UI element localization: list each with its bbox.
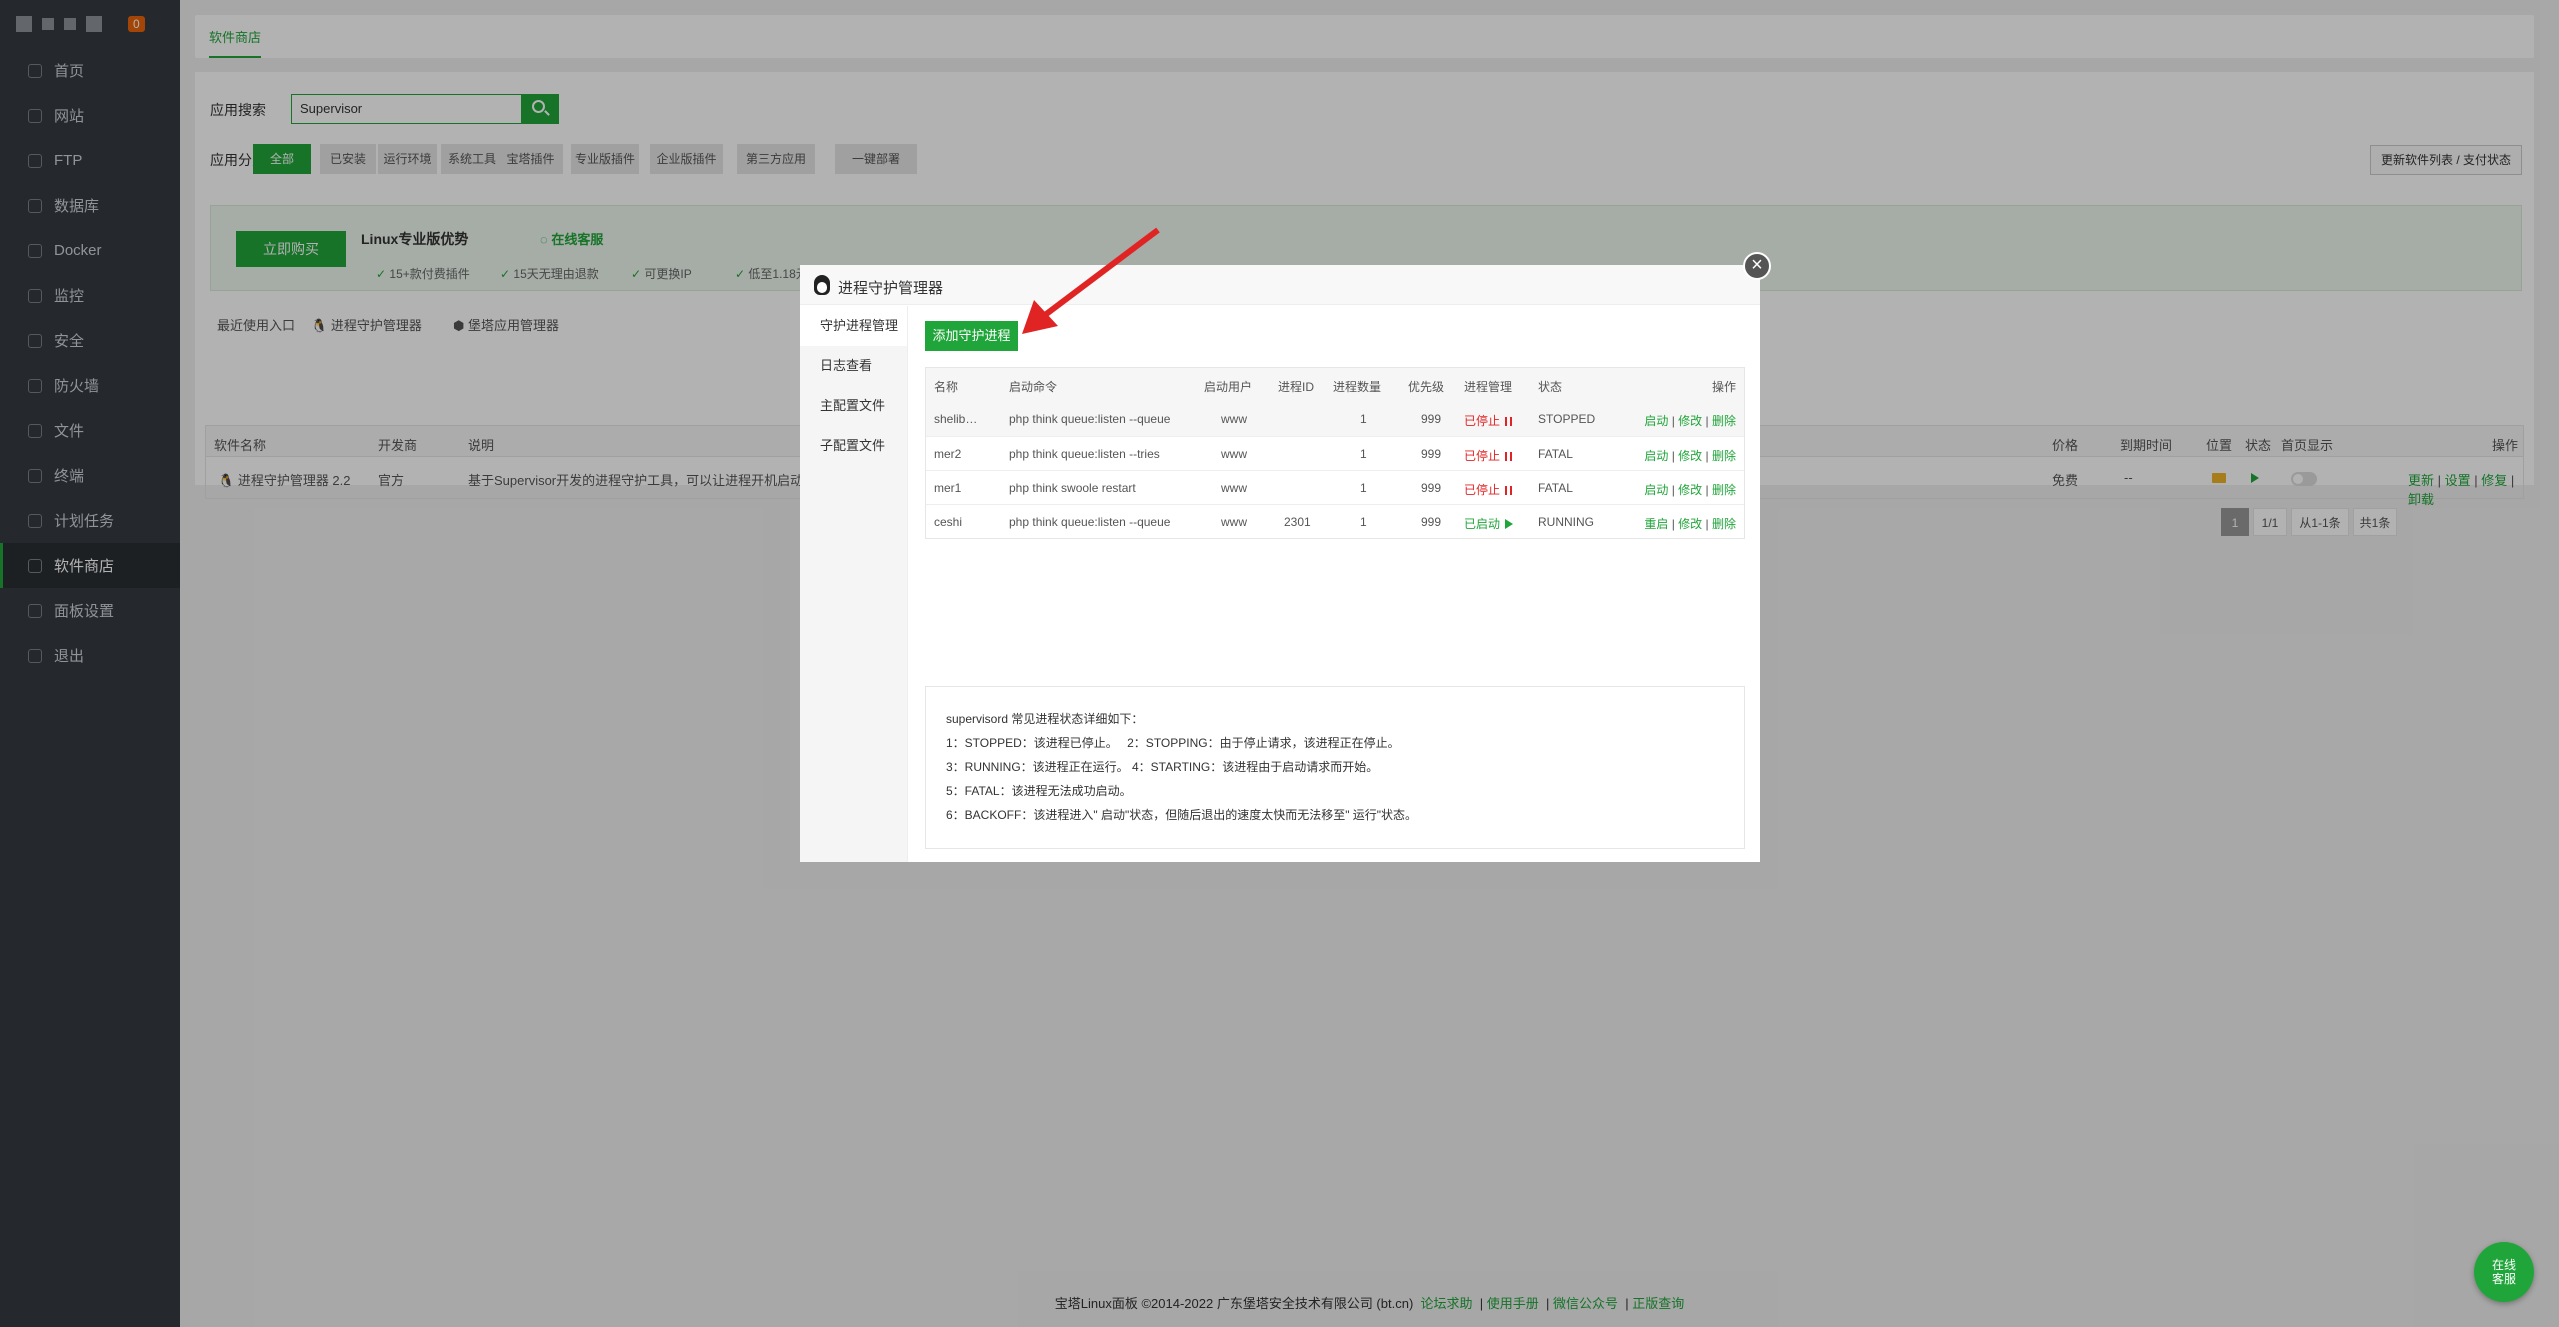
info-line: supervisord 常见进程状态详细如下： — [946, 712, 1144, 726]
start-restart-link[interactable]: 启动 — [1644, 414, 1668, 428]
delete-link[interactable]: 删除 — [1712, 449, 1736, 463]
process-table: 名称 启动命令 启动用户 进程ID 进程数量 优先级 进程管理 状态 操作 shelib… php… — [925, 367, 1745, 539]
process-num: 1 — [1360, 481, 1367, 495]
pause-icon — [1505, 417, 1513, 426]
modal-title: 进程守护管理器 — [838, 280, 944, 297]
info-line: 1：STOPPED：该进程已停止。 2：STOPPING：由于停止请求，该进程正… — [946, 736, 1400, 750]
modal-menu: 守护进程管理 日志查看 主配置文件 子配置文件 — [800, 306, 908, 862]
process-user: www — [1221, 481, 1247, 495]
process-pid: 2301 — [1284, 515, 1311, 529]
add-daemon-button[interactable]: 添加守护进程 — [925, 321, 1018, 351]
process-user: www — [1221, 447, 1247, 461]
modal-close-button[interactable]: × — [1743, 252, 1771, 280]
process-name: mer1 — [934, 481, 962, 495]
delete-link[interactable]: 删除 — [1712, 483, 1736, 497]
status-info-box: supervisord 常见进程状态详细如下： 1：STOPPED：该进程已停止… — [925, 686, 1745, 849]
process-status: FATAL — [1538, 447, 1573, 461]
process-user: www — [1221, 515, 1247, 529]
process-cmd: php think queue:listen --queue — [1009, 412, 1171, 426]
process-mgmt-toggle[interactable]: 已停止 — [1464, 481, 1513, 498]
info-line: 3：RUNNING：该进程正在运行。 4：STARTING：该进程由于启动请求而… — [946, 760, 1379, 774]
edit-link[interactable]: 修改 — [1678, 449, 1702, 463]
info-line: 6：BACKOFF：该进程进入" 启动"状态，但随后退出的速度太快而无法移至" … — [946, 808, 1418, 822]
process-num: 1 — [1360, 412, 1367, 426]
process-status: STOPPED — [1538, 412, 1596, 426]
menu-log-view[interactable]: 日志查看 — [800, 346, 907, 386]
process-row: mer2 php think queue:listen --tries www 1 99… — [926, 436, 1744, 470]
start-restart-link[interactable]: 重启 — [1644, 517, 1668, 531]
process-num: 1 — [1360, 447, 1367, 461]
info-line: 5：FATAL：该进程无法成功启动。 — [946, 784, 1132, 798]
process-cmd: php think swoole restart — [1009, 481, 1136, 495]
start-restart-link[interactable]: 启动 — [1644, 449, 1668, 463]
process-col-header: 状态 — [1538, 380, 1563, 394]
edit-link[interactable]: 修改 — [1678, 517, 1702, 531]
online-chat-button[interactable]: 在线客服 — [2474, 1242, 2534, 1302]
menu-process-manage[interactable]: 守护进程管理 — [800, 306, 907, 346]
process-mgmt-label: 已停止 — [1464, 414, 1501, 428]
process-col-header: 操作 — [1711, 380, 1736, 394]
supervisor-modal: 进程守护管理器 守护进程管理 日志查看 主配置文件 子配置文件 添加守护进程 名… — [800, 265, 1760, 862]
process-col-header: 名称 — [934, 380, 959, 394]
process-ops: 启动 | 修改 | 删除 — [1644, 483, 1736, 497]
process-cmd: php think queue:listen --tries — [1009, 447, 1160, 461]
start-restart-link[interactable]: 启动 — [1644, 483, 1668, 497]
process-user: www — [1221, 412, 1247, 426]
process-prio: 999 — [1421, 515, 1442, 529]
menu-sub-config[interactable]: 子配置文件 — [800, 426, 907, 466]
pause-icon — [1505, 486, 1513, 495]
process-ops: 启动 | 修改 | 删除 — [1644, 414, 1736, 428]
process-prio: 999 — [1421, 481, 1442, 495]
delete-link[interactable]: 删除 — [1712, 414, 1736, 428]
process-col-header: 进程管理 — [1464, 380, 1513, 394]
process-col-header: 进程数量 — [1333, 380, 1382, 394]
chat-label: 在线客服 — [2491, 1258, 2516, 1286]
process-num: 1 — [1360, 515, 1367, 529]
process-col-header: 启动用户 — [1204, 380, 1253, 394]
process-mgmt-toggle[interactable]: 已停止 — [1464, 412, 1513, 429]
process-status: RUNNING — [1538, 515, 1594, 529]
edit-link[interactable]: 修改 — [1678, 414, 1702, 428]
process-name: mer2 — [934, 447, 962, 461]
pause-icon — [1505, 452, 1513, 461]
delete-link[interactable]: 删除 — [1712, 517, 1736, 531]
process-prio: 999 — [1421, 412, 1442, 426]
process-mgmt-label: 已停止 — [1464, 449, 1501, 463]
process-ops: 启动 | 修改 | 删除 — [1644, 449, 1736, 463]
process-row: shelib… php think queue:listen --queue www… — [926, 402, 1744, 436]
process-mgmt-toggle[interactable]: 已启动 — [1464, 515, 1514, 532]
process-name: ceshi — [934, 515, 963, 529]
process-name: shelib… — [934, 412, 978, 426]
process-col-header: 优先级 — [1408, 380, 1445, 394]
process-col-header: 进程ID — [1278, 380, 1315, 394]
process-mgmt-toggle[interactable]: 已停止 — [1464, 447, 1513, 464]
modal-title-bar: 进程守护管理器 — [800, 265, 1760, 305]
play-icon — [1505, 519, 1514, 529]
edit-link[interactable]: 修改 — [1678, 483, 1702, 497]
process-mgmt-label: 已停止 — [1464, 483, 1501, 497]
process-prio: 999 — [1421, 447, 1442, 461]
process-mgmt-label: 已启动 — [1464, 517, 1501, 531]
process-table-header: 名称 启动命令 启动用户 进程ID 进程数量 优先级 进程管理 状态 操作 — [926, 368, 1744, 402]
process-col-header: 启动命令 — [1009, 380, 1058, 394]
process-row: ceshi php think queue:listen --queue www 23… — [926, 504, 1744, 538]
tux-icon — [814, 275, 830, 295]
process-ops: 重启 | 修改 | 删除 — [1644, 517, 1736, 531]
process-cmd: php think queue:listen --queue — [1009, 515, 1171, 529]
process-row: mer1 php think swoole restart www 1 999 已停止 FA… — [926, 470, 1744, 504]
close-icon: × — [1751, 254, 1763, 276]
process-status: FATAL — [1538, 481, 1573, 495]
menu-main-config[interactable]: 主配置文件 — [800, 386, 907, 426]
